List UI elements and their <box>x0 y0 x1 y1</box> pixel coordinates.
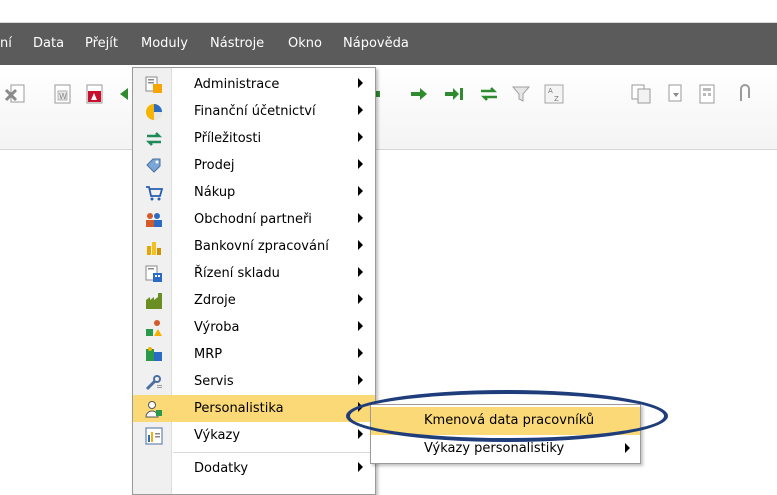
menu-item-vykazy[interactable]: Výkazy <box>133 422 375 449</box>
submenu-arrow-icon <box>358 402 363 412</box>
business-partners-icon <box>146 213 162 227</box>
menu-item-administrace[interactable]: Administrace <box>133 71 375 98</box>
menu-item-obchodni-partneri[interactable]: Obchodní partneři <box>133 206 375 233</box>
menu-item-servis[interactable]: Servis <box>133 368 375 395</box>
menu-item-label: Obchodní partneři <box>194 212 312 227</box>
svg-text:W: W <box>59 92 67 101</box>
submenu-arrow-icon <box>358 240 363 250</box>
financial-accounting-icon <box>146 104 162 120</box>
menu-item-label: Zdroje <box>194 293 236 308</box>
submenu-arrow-icon <box>358 105 363 115</box>
purchasing-icon <box>146 186 163 201</box>
menu-item-label: Výroba <box>194 320 240 335</box>
svg-text:Z: Z <box>554 95 559 103</box>
clip-icon[interactable] <box>733 83 755 105</box>
sort-icon[interactable]: AZ <box>543 83 565 105</box>
menu-item-data[interactable]: Data <box>33 36 64 51</box>
top-strip <box>0 0 777 23</box>
menu-item-label: Administrace <box>194 77 280 92</box>
submenu-arrow-icon <box>358 294 363 304</box>
menu-item-bankovni-zpracovani[interactable]: Bankovní zpracování <box>133 233 375 260</box>
submenu-arrow-icon <box>358 462 363 472</box>
menu-item-label: Dodatky <box>194 461 249 476</box>
modules-menu: Administrace Finanční účetnictví Příleži… <box>132 67 376 495</box>
resources-icon <box>146 293 162 309</box>
menu-item-label: Finanční účetnictví <box>194 104 316 119</box>
menu-item-label: Personalistika <box>194 401 284 416</box>
menu-item-vyroba[interactable]: Výroba <box>133 314 375 341</box>
calc-icon[interactable] <box>697 83 719 105</box>
menu-item-zdroje[interactable]: Zdroje <box>133 287 375 314</box>
submenu-arrow-icon <box>358 132 363 142</box>
submenu-arrow-icon <box>358 267 363 277</box>
inventory-icon <box>145 265 162 282</box>
word-export-icon[interactable]: W <box>52 83 74 105</box>
menu-item-goto[interactable]: Přejít <box>85 36 118 51</box>
administration-icon <box>145 76 162 93</box>
menu-item-dodatky[interactable]: Dodatky <box>133 455 375 482</box>
refresh-icon[interactable] <box>478 83 500 105</box>
menu-item-prodej[interactable]: Prodej <box>133 152 375 179</box>
menu-item-label: Řízení skladu <box>194 266 280 281</box>
submenu-arrow-icon <box>358 186 363 196</box>
human-resources-icon <box>145 401 162 418</box>
menu-item-financni-ucetnictvi[interactable]: Finanční účetnictví <box>133 98 375 125</box>
menu-item-modules[interactable]: Moduly <box>141 36 188 51</box>
menu-item-label: Servis <box>194 374 234 389</box>
reports-icon <box>145 427 163 445</box>
menu-bar: ní Data Přejít Moduly Nástroje Okno Nápo… <box>0 23 777 65</box>
pdf-export-icon[interactable] <box>84 83 106 105</box>
excel-export-icon[interactable] <box>4 83 26 105</box>
submenu-arrow-icon <box>358 375 363 385</box>
submenu-item-vykazy-personalistiky[interactable]: Výkazy personalistiky <box>371 435 640 463</box>
menu-item-personalistika[interactable]: Personalistika <box>133 395 375 422</box>
submenu-item-kmenova-data[interactable]: Kmenová data pracovníků <box>371 407 640 435</box>
menu-item-label: Příležitosti <box>194 131 262 146</box>
paste-icon[interactable] <box>665 83 687 105</box>
submenu-arrow-icon <box>625 443 630 453</box>
menu-separator <box>173 452 373 453</box>
menu-item-file-partial[interactable]: ní <box>0 36 12 51</box>
menu-item-rizeni-skladu[interactable]: Řízení skladu <box>133 260 375 287</box>
menu-item-prilezitosti[interactable]: Příležitosti <box>133 125 375 152</box>
arrow-last-icon[interactable] <box>443 83 465 105</box>
menu-item-label: Nákup <box>194 185 236 200</box>
opportunities-icon <box>145 132 163 146</box>
banking-icon <box>147 242 161 255</box>
submenu-arrow-icon <box>358 213 363 223</box>
filter-icon[interactable] <box>510 83 532 105</box>
copy-icon[interactable] <box>630 83 652 105</box>
service-icon <box>145 375 162 391</box>
submenu-arrow-icon <box>358 429 363 439</box>
menu-item-help[interactable]: Nápověda <box>343 36 409 51</box>
production-icon <box>146 320 162 336</box>
svg-text:A: A <box>548 87 553 95</box>
submenu-arrow-icon <box>358 78 363 88</box>
arrow-next-icon[interactable] <box>408 83 430 105</box>
personalistika-submenu: Kmenová data pracovníků Výkazy personali… <box>370 404 641 464</box>
menu-item-label: MRP <box>194 347 223 362</box>
menu-item-nakup[interactable]: Nákup <box>133 179 375 206</box>
menu-item-label: Výkazy <box>194 428 241 443</box>
submenu-item-label: Výkazy personalistiky <box>424 441 565 456</box>
menu-item-label: Bankovní zpracování <box>194 239 329 254</box>
submenu-arrow-icon <box>358 159 363 169</box>
submenu-arrow-icon <box>358 348 363 358</box>
menu-item-tools[interactable]: Nástroje <box>210 36 264 51</box>
menu-item-mrp[interactable]: MRP <box>133 341 375 368</box>
sales-icon <box>146 158 161 173</box>
submenu-item-label: Kmenová data pracovníků <box>424 413 595 428</box>
menu-item-label: Prodej <box>194 158 235 173</box>
menu-item-window[interactable]: Okno <box>288 36 322 51</box>
mrp-icon <box>146 347 162 361</box>
submenu-arrow-icon <box>358 321 363 331</box>
toolbar <box>0 65 777 150</box>
